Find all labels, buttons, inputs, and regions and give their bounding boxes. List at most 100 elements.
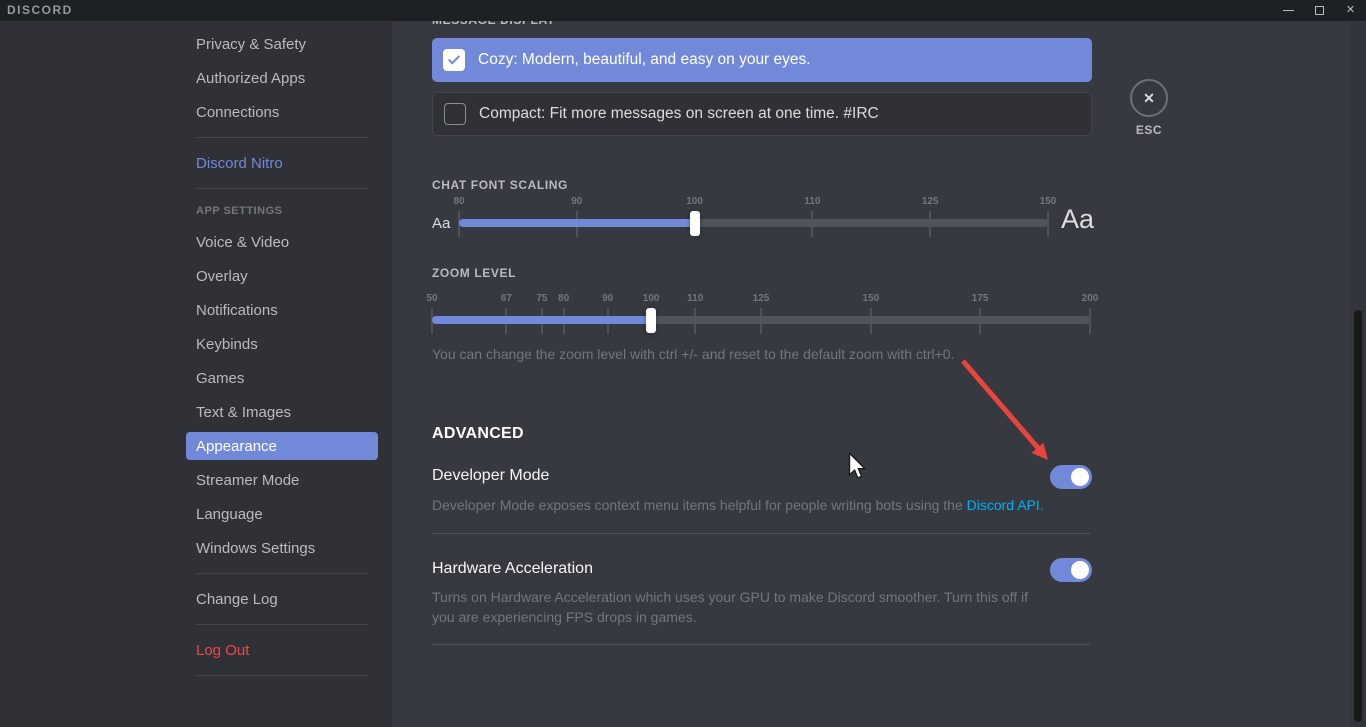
sidebar-item-label: Discord Nitro	[196, 155, 283, 172]
maximize-button[interactable]	[1304, 0, 1335, 21]
close-window-button[interactable]: ✕	[1335, 0, 1366, 21]
checkmark-icon	[448, 52, 460, 64]
sidebar-item-label: Streamer Mode	[196, 472, 299, 489]
sidebar-item-games[interactable]: Games	[186, 361, 378, 395]
minimize-button[interactable]	[1273, 0, 1304, 21]
compact-option[interactable]: Compact: Fit more messages on screen at …	[432, 92, 1092, 136]
sidebar-item-label: Overlay	[196, 268, 248, 285]
sidebar-item-label: Windows Settings	[196, 540, 315, 557]
cozy-option[interactable]: Cozy: Modern, beautiful, and easy on you…	[432, 38, 1092, 82]
compact-checkbox[interactable]	[444, 103, 466, 125]
window-controls: ✕	[1273, 0, 1366, 21]
divider	[432, 644, 1090, 645]
slider-handle[interactable]	[690, 211, 700, 236]
slider-tick-label: 80	[453, 196, 464, 207]
discord-api-link[interactable]: Discord API.	[967, 497, 1044, 513]
sidebar-item-log-out[interactable]: Log Out	[186, 633, 378, 667]
sidebar-item-label: Log Out	[196, 642, 249, 659]
close-icon: ✕	[1143, 90, 1155, 107]
slider-tick-label: 75	[536, 293, 547, 304]
close-settings-button[interactable]: ✕	[1130, 79, 1168, 117]
sidebar-item-label: Privacy & Safety	[196, 36, 306, 53]
slider-tick-label: 90	[602, 293, 613, 304]
sidebar-item-label: Keybinds	[196, 336, 258, 353]
sidebar-item-label: Notifications	[196, 302, 278, 319]
sidebar-item-windows-settings[interactable]: Windows Settings	[186, 531, 378, 565]
sidebar-item-voice-video[interactable]: Voice & Video	[186, 225, 378, 259]
divider	[196, 675, 368, 676]
sidebar-item-change-log[interactable]: Change Log	[186, 582, 378, 616]
sidebar-item-label: Voice & Video	[196, 234, 289, 251]
slider-fill	[432, 316, 651, 324]
sidebar-item-label: Authorized Apps	[196, 70, 305, 87]
sidebar-item-overlay[interactable]: Overlay	[186, 259, 378, 293]
chat-font-scaling-header: CHAT FONT SCALING	[432, 178, 568, 192]
sidebar-item-authorized-apps[interactable]: Authorized Apps	[186, 61, 378, 95]
esc-label: ESC	[1130, 123, 1168, 137]
minimize-icon	[1283, 10, 1294, 11]
sidebar-section-app-settings: APP SETTINGS	[186, 197, 378, 225]
slider-tick-label: 175	[972, 293, 989, 304]
appearance-settings-content: MESSAGE DISPLAY Cozy: Modern, beautiful,…	[432, 0, 1092, 727]
sidebar-item-connections[interactable]: Connections	[186, 95, 378, 129]
scrollbar-thumb[interactable]	[1354, 310, 1362, 722]
sidebar-item-language[interactable]: Language	[186, 497, 378, 531]
sidebar-item-label: Connections	[196, 104, 279, 121]
sidebar-item-label: Language	[196, 506, 263, 523]
maximize-icon	[1315, 6, 1324, 15]
hardware-acceleration-label: Hardware Acceleration	[432, 560, 593, 578]
developer-mode-description-text: Developer Mode exposes context menu item…	[432, 497, 967, 513]
cozy-checkbox[interactable]	[443, 49, 465, 71]
slider-tick-label: 200	[1082, 293, 1099, 304]
divider	[196, 624, 368, 625]
titlebar: DISCORD ✕	[0, 0, 1366, 21]
slider-tick-label: 50	[426, 293, 437, 304]
settings-sidebar-panel: Privacy & Safety Authorized Apps Connect…	[0, 21, 392, 727]
divider	[196, 137, 368, 138]
advanced-header: ADVANCED	[432, 425, 524, 443]
sidebar-item-keybinds[interactable]: Keybinds	[186, 327, 378, 361]
sidebar-item-label: Appearance	[196, 438, 277, 455]
sidebar-item-text-images[interactable]: Text & Images	[186, 395, 378, 429]
sidebar-item-notifications[interactable]: Notifications	[186, 293, 378, 327]
slider-tick-label: 80	[558, 293, 569, 304]
developer-mode-toggle[interactable]	[1050, 465, 1092, 489]
slider-tick-label: 150	[1040, 196, 1057, 207]
settings-nav: Privacy & Safety Authorized Apps Connect…	[186, 21, 378, 684]
slider-tick-label: 125	[753, 293, 770, 304]
zoom-level-header: ZOOM LEVEL	[432, 266, 516, 280]
developer-mode-description: Developer Mode exposes context menu item…	[432, 495, 1092, 515]
sidebar-item-privacy-safety[interactable]: Privacy & Safety	[186, 27, 378, 61]
sidebar-item-streamer-mode[interactable]: Streamer Mode	[186, 463, 378, 497]
discord-logo: DISCORD	[7, 3, 73, 17]
slider-tick-label: 150	[863, 293, 880, 304]
divider	[196, 188, 368, 189]
slider-handle[interactable]	[646, 308, 656, 333]
toggle-knob	[1071, 468, 1089, 486]
sidebar-item-appearance[interactable]: Appearance	[186, 432, 378, 460]
slider-fill	[459, 219, 695, 227]
divider	[196, 573, 368, 574]
zoom-level-help-text: You can change the zoom level with ctrl …	[432, 346, 954, 362]
hardware-acceleration-toggle[interactable]	[1050, 558, 1092, 582]
chat-font-scaling-slider[interactable]: 8090100110125150	[459, 196, 1048, 242]
sidebar-item-label: Text & Images	[196, 404, 291, 421]
font-preview-small: Aa	[432, 215, 450, 232]
slider-tick-label: 90	[571, 196, 582, 207]
zoom-level-slider[interactable]: 5067758090100110125150175200	[432, 293, 1090, 339]
cozy-option-label: Cozy: Modern, beautiful, and easy on you…	[478, 51, 811, 69]
font-preview-large: Aa	[1061, 204, 1094, 235]
sidebar-item-label: Games	[196, 370, 244, 387]
close-settings-group: ✕ ESC	[1130, 79, 1168, 137]
sidebar-item-discord-nitro[interactable]: Discord Nitro	[186, 146, 378, 180]
vertical-scrollbar[interactable]	[1350, 21, 1366, 727]
divider	[432, 533, 1090, 534]
slider-tick-label: 110	[804, 196, 820, 207]
slider-tick-label: 125	[922, 196, 939, 207]
close-icon: ✕	[1346, 5, 1355, 16]
slider-tick-label: 67	[501, 293, 512, 304]
hardware-acceleration-description: Turns on Hardware Acceleration which use…	[432, 587, 1054, 627]
sidebar-item-label: Change Log	[196, 591, 278, 608]
toggle-knob	[1071, 561, 1089, 579]
compact-option-label: Compact: Fit more messages on screen at …	[479, 105, 879, 123]
